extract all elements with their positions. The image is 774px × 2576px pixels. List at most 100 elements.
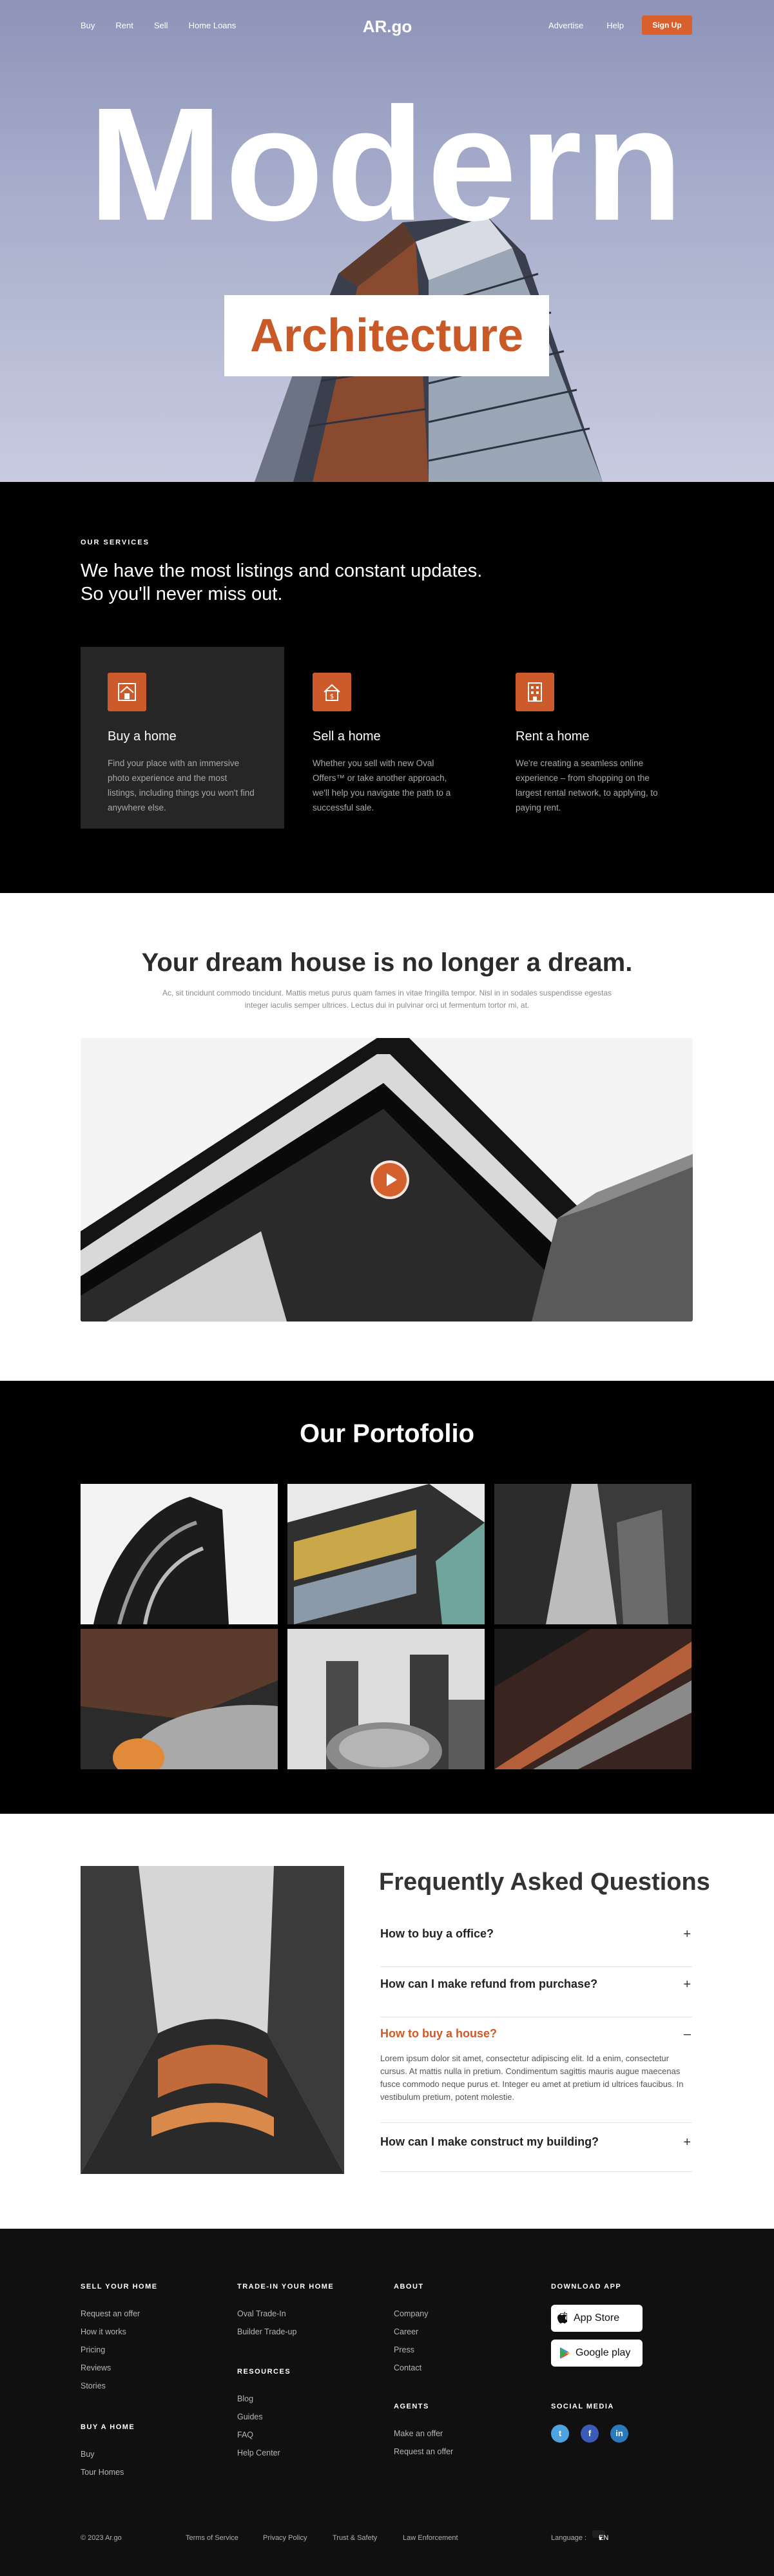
video-player[interactable] <box>81 1038 693 1322</box>
hero-subtitle: Architecture <box>224 295 549 376</box>
house-icon <box>108 673 146 711</box>
dream-text: Ac, sit tincidunt commodo tincidunt. Mat… <box>162 988 612 1010</box>
signup-button[interactable]: Sign Up <box>642 15 692 35</box>
faq-question: How can I make construct my building? <box>380 2135 599 2148</box>
nav-home-loans[interactable]: Home Loans <box>189 21 237 30</box>
portfolio-tile[interactable] <box>81 1629 278 1769</box>
twitter-icon[interactable]: t <box>551 2425 569 2443</box>
trust-link[interactable]: Trust & Safety <box>333 2534 377 2542</box>
footer-link[interactable]: Guides <box>237 2408 291 2426</box>
nav-sell[interactable]: Sell <box>154 21 168 30</box>
sell-house-icon: $ <box>313 673 351 711</box>
footer-link[interactable]: Oval Trade-In <box>237 2305 334 2323</box>
faq-answer: Lorem ipsum dolor sit amet, consectetur … <box>380 2053 684 2102</box>
service-card-buy[interactable]: Buy a home Find your place with an immer… <box>81 647 284 829</box>
google-play-label: Google play <box>576 2347 631 2358</box>
footer-col-buy: BUY A HOME Buy Tour Homes <box>81 2423 135 2481</box>
footer: SELL YOUR HOME Request an offer How it w… <box>0 2229 774 2576</box>
language-select[interactable]: EN ▾ <box>592 2530 608 2542</box>
footer-link[interactable]: Career <box>394 2323 429 2341</box>
service-text: Find your place with an immersive photo … <box>108 758 255 812</box>
footer-link[interactable]: How it works <box>81 2323 158 2341</box>
social-icons: t f in <box>551 2425 628 2443</box>
service-text: We're creating a seamless online experie… <box>516 758 658 812</box>
play-button[interactable] <box>371 1160 409 1199</box>
footer-link[interactable]: Request an offer <box>81 2305 158 2323</box>
portfolio-tile[interactable] <box>287 1629 485 1769</box>
minus-icon[interactable]: – <box>684 2027 691 2042</box>
services-heading: We have the most listings and constant u… <box>81 559 482 606</box>
footer-link[interactable]: Builder Trade-up <box>237 2323 334 2341</box>
footer-col-resources: RESOURCES Blog Guides FAQ Help Center <box>237 2368 291 2462</box>
footer-link[interactable]: Contact <box>394 2359 429 2377</box>
service-title: Rent a home <box>516 729 590 744</box>
services-section: OUR SERVICES We have the most listings a… <box>0 482 774 893</box>
faq-image <box>81 1866 344 2174</box>
law-link[interactable]: Law Enforcement <box>403 2534 458 2542</box>
service-card-sell[interactable]: $ Sell a home Whether you sell with new … <box>285 647 489 829</box>
svg-text:$: $ <box>330 693 334 700</box>
faq-item[interactable]: How to buy a office? + <box>380 1927 692 1967</box>
nav-rent[interactable]: Rent <box>115 21 133 30</box>
footer-link[interactable]: Blog <box>237 2390 291 2408</box>
google-play-icon <box>560 2347 570 2359</box>
faq-item-open[interactable]: How to buy a house? – Lorem ipsum dolor … <box>380 2027 692 2123</box>
portfolio-tile[interactable] <box>494 1629 692 1769</box>
privacy-link[interactable]: Privacy Policy <box>263 2534 307 2542</box>
plus-icon[interactable]: + <box>683 2135 691 2150</box>
portfolio-tile[interactable] <box>494 1484 692 1624</box>
footer-link[interactable]: Pricing <box>81 2341 158 2359</box>
services-heading-line2: So you'll never miss out. <box>81 584 283 604</box>
footer-heading: ABOUT <box>394 2283 424 2291</box>
linkedin-icon[interactable]: in <box>610 2425 628 2443</box>
footer-link[interactable]: Tour Homes <box>81 2463 135 2481</box>
portfolio-tile[interactable] <box>287 1484 485 1624</box>
footer-link[interactable]: Company <box>394 2305 429 2323</box>
services-eyebrow: OUR SERVICES <box>81 539 150 546</box>
faq-title: Frequently Asked Questions <box>379 1869 710 1896</box>
google-play-button[interactable]: Google play <box>551 2340 643 2367</box>
footer-link[interactable]: FAQ <box>237 2426 291 2444</box>
footer-link[interactable]: Make an offer <box>394 2425 453 2443</box>
footer-heading: DOWNLOAD APP <box>551 2283 622 2291</box>
footer-col-trade: TRADE-IN YOUR HOME Oval Trade-In Builder… <box>237 2283 334 2341</box>
service-card-rent[interactable]: Rent a home We're creating a seamless on… <box>489 647 692 829</box>
services-heading-line1: We have the most listings and constant u… <box>81 561 483 581</box>
footer-col-about: ABOUT Company Career Press Contact <box>394 2283 429 2377</box>
language-label: Language : <box>551 2534 587 2542</box>
nav-help[interactable]: Help <box>606 21 624 30</box>
footer-col-social: SOCIAL MEDIA t f in <box>551 2403 628 2443</box>
footer-heading: AGENTS <box>394 2403 429 2410</box>
site-logo[interactable]: AR.go <box>361 17 414 37</box>
service-title: Buy a home <box>108 729 177 744</box>
footer-col-download: DOWNLOAD APP  App Store Google play <box>551 2283 643 2374</box>
portfolio-title: Our Portofolio <box>299 1419 475 1448</box>
footer-col-sell: SELL YOUR HOME Request an offer How it w… <box>81 2283 158 2395</box>
faq-question: How can I make refund from purchase? <box>380 1977 598 1990</box>
footer-link[interactable]: Press <box>394 2341 429 2359</box>
portfolio-image <box>287 1484 485 1624</box>
nav-buy[interactable]: Buy <box>81 21 95 30</box>
footer-link[interactable]: Stories <box>81 2377 158 2395</box>
nav-advertise[interactable]: Advertise <box>548 21 583 30</box>
plus-icon[interactable]: + <box>683 1977 691 1992</box>
footer-link[interactable]: Buy <box>81 2445 135 2463</box>
portfolio-image <box>81 1484 278 1624</box>
page: Buy Rent Sell Home Loans AR.go Advertise… <box>0 0 774 2576</box>
faq-question: How to buy a house? <box>380 2027 498 2040</box>
facebook-icon[interactable]: f <box>581 2425 599 2443</box>
portfolio-tile[interactable] <box>81 1484 278 1624</box>
footer-link[interactable]: Help Center <box>237 2444 291 2462</box>
footer-col-agents: AGENTS Make an offer Request an offer <box>394 2403 453 2461</box>
secondary-nav: Advertise Help <box>548 21 624 30</box>
footer-heading: BUY A HOME <box>81 2423 135 2431</box>
faq-item[interactable]: How can I make construct my building? + <box>380 2135 692 2172</box>
terms-link[interactable]: Terms of Service <box>186 2534 238 2542</box>
footer-link[interactable]: Request an offer <box>394 2443 453 2461</box>
app-store-button[interactable]:  App Store <box>551 2305 643 2332</box>
footer-link[interactable]: Reviews <box>81 2359 158 2377</box>
faq-question: How to buy a office? <box>380 1927 494 1940</box>
faq-item[interactable]: How can I make refund from purchase? + <box>380 1977 692 2017</box>
hero-section: Buy Rent Sell Home Loans AR.go Advertise… <box>0 0 774 482</box>
plus-icon[interactable]: + <box>683 1927 691 1942</box>
